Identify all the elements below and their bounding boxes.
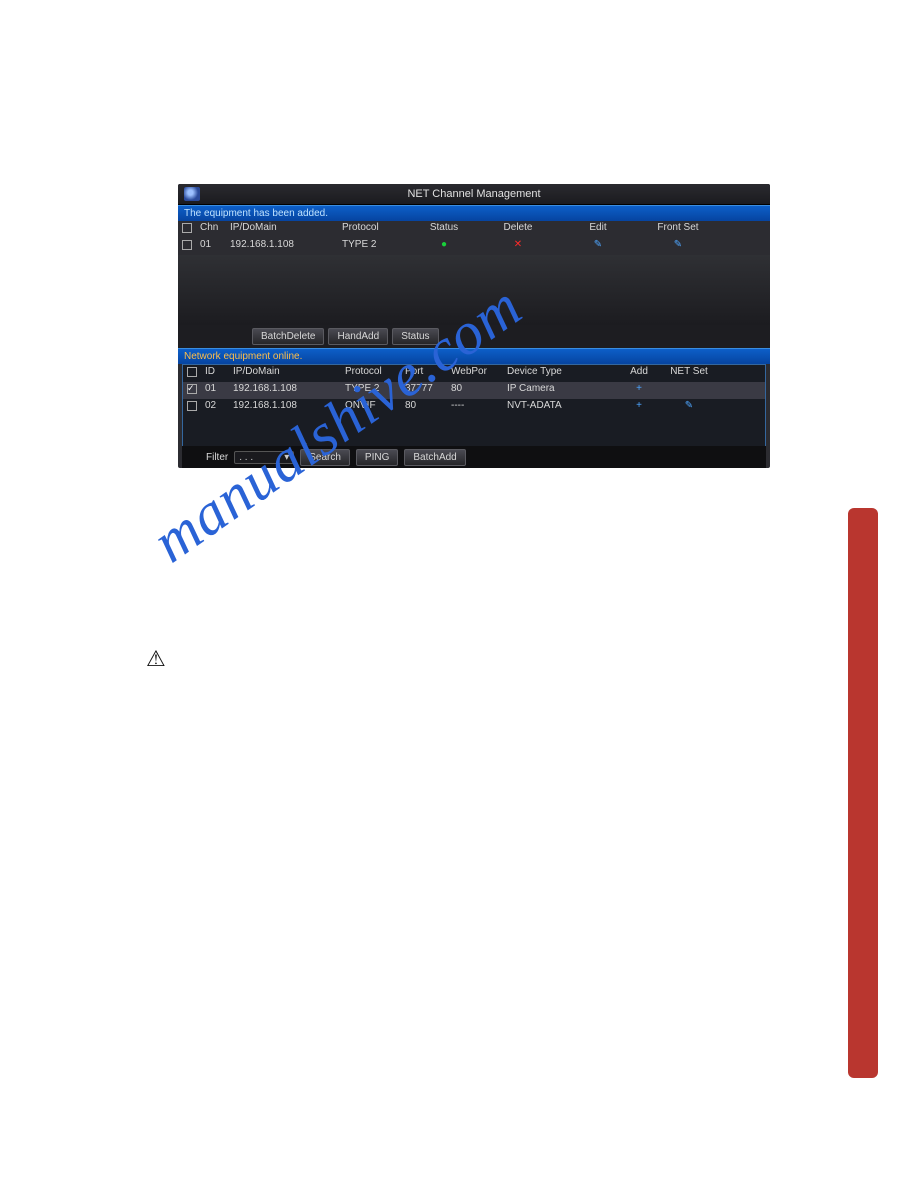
row-checkbox-icon[interactable]	[187, 384, 197, 394]
cell-device-type: NVT-ADATA	[507, 399, 619, 416]
cell-port: 80	[405, 399, 451, 416]
front-set-icon[interactable]: ✎	[638, 238, 718, 255]
page: NET Channel Management The equipment has…	[0, 0, 918, 1188]
net-set-icon[interactable]: ✎	[659, 399, 719, 416]
status-message-bar: The equipment has been added.	[178, 205, 770, 221]
filter-label: Filter	[206, 452, 228, 463]
row-checkbox-icon[interactable]	[182, 240, 192, 250]
col-header-webport: WebPor	[451, 365, 507, 382]
network-device-row[interactable]: 02 192.168.1.108 ONVIF 80 ---- NVT-ADATA…	[183, 399, 765, 416]
filter-dropdown[interactable]: . . . ▾	[234, 451, 294, 464]
network-header-row: ID IP/DoMain Protocol Port WebPor Device…	[183, 365, 765, 382]
col-header-device-type: Device Type	[507, 365, 619, 382]
footer-button-row: Filter . . . ▾ Search PING BatchAdd	[182, 446, 766, 468]
window-titlebar: NET Channel Management	[178, 184, 770, 205]
status-button[interactable]: Status	[392, 328, 438, 345]
nvr-screenshot: NET Channel Management The equipment has…	[178, 184, 770, 468]
cell-protocol: TYPE 2	[345, 382, 405, 399]
batch-delete-button[interactable]: BatchDelete	[252, 328, 324, 345]
col-header-edit: Edit	[558, 221, 638, 238]
cell-ip: 192.168.1.108	[233, 382, 345, 399]
cell-ip: 192.168.1.108	[233, 399, 345, 416]
net-set-icon[interactable]	[659, 382, 719, 399]
add-icon[interactable]: +	[619, 399, 659, 416]
col-header-ip2: IP/DoMain	[233, 365, 345, 382]
col-header-port: Port	[405, 365, 451, 382]
action-button-row: BatchDelete HandAdd Status	[178, 325, 770, 348]
cell-id: 01	[205, 382, 233, 399]
col-header-protocol2: Protocol	[345, 365, 405, 382]
col-header-add: Add	[619, 365, 659, 382]
col-header-delete: Delete	[478, 221, 558, 238]
cell-protocol: TYPE 2	[342, 238, 410, 255]
search-button[interactable]: Search	[300, 449, 350, 466]
cell-webport: ----	[451, 399, 507, 416]
col-header-chn: Chn	[200, 221, 230, 238]
batch-add-button[interactable]: BatchAdd	[404, 449, 465, 466]
header-checkbox-icon[interactable]	[182, 223, 192, 233]
network-online-bar: Network equipment online.	[178, 348, 770, 364]
warning-triangle-icon: ⚠	[146, 646, 166, 672]
edit-icon[interactable]: ✎	[558, 238, 638, 255]
cell-ip: 192.168.1.108	[230, 238, 342, 255]
added-devices-header-row: Chn IP/DoMain Protocol Status Delete Edi…	[178, 221, 770, 238]
added-device-row[interactable]: 01 192.168.1.108 TYPE 2 ● ✕ ✎ ✎	[178, 238, 770, 255]
status-dot-icon: ●	[410, 238, 478, 255]
col-header-front-set: Front Set	[638, 221, 718, 238]
app-logo-icon	[184, 187, 200, 201]
col-header-id: ID	[205, 365, 233, 382]
cell-protocol: ONVIF	[345, 399, 405, 416]
ping-button[interactable]: PING	[356, 449, 398, 466]
row-checkbox-icon[interactable]	[187, 401, 197, 411]
col-header-status: Status	[410, 221, 478, 238]
cell-chn: 01	[200, 238, 230, 255]
add-icon[interactable]: +	[619, 382, 659, 399]
net-header-checkbox-icon[interactable]	[187, 367, 197, 377]
empty-list-area	[178, 255, 770, 325]
filter-value: . . .	[239, 452, 253, 463]
chevron-down-icon: ▾	[284, 452, 289, 463]
hand-add-button[interactable]: HandAdd	[328, 328, 388, 345]
window-title: NET Channel Management	[407, 188, 540, 200]
cell-port: 37777	[405, 382, 451, 399]
network-device-row[interactable]: 01 192.168.1.108 TYPE 2 37777 80 IP Came…	[183, 382, 765, 399]
cell-webport: 80	[451, 382, 507, 399]
cell-id: 02	[205, 399, 233, 416]
sidebar-red-bar	[848, 508, 878, 1078]
delete-icon[interactable]: ✕	[478, 238, 558, 255]
col-header-protocol: Protocol	[342, 221, 410, 238]
col-header-ip: IP/DoMain	[230, 221, 342, 238]
cell-device-type: IP Camera	[507, 382, 619, 399]
col-header-net-set: NET Set	[659, 365, 719, 382]
